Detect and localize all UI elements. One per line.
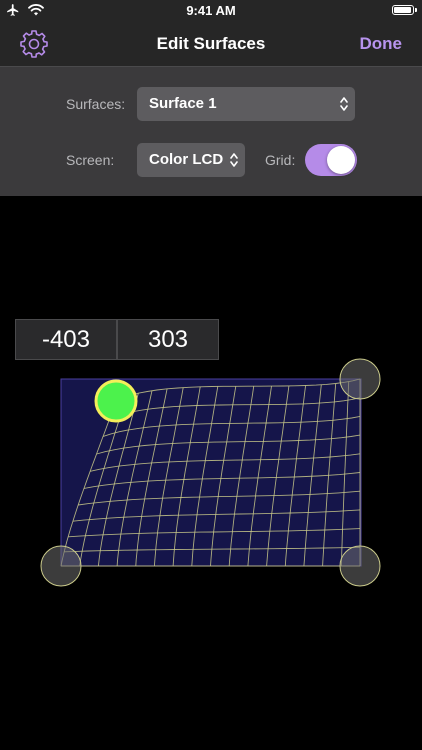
top-left-handle[interactable] (94, 379, 138, 423)
bottom-right-handle[interactable] (339, 545, 381, 587)
bottom-left-handle[interactable] (40, 545, 82, 587)
top-right-handle[interactable] (339, 358, 381, 400)
surface-canvas[interactable] (0, 0, 422, 750)
